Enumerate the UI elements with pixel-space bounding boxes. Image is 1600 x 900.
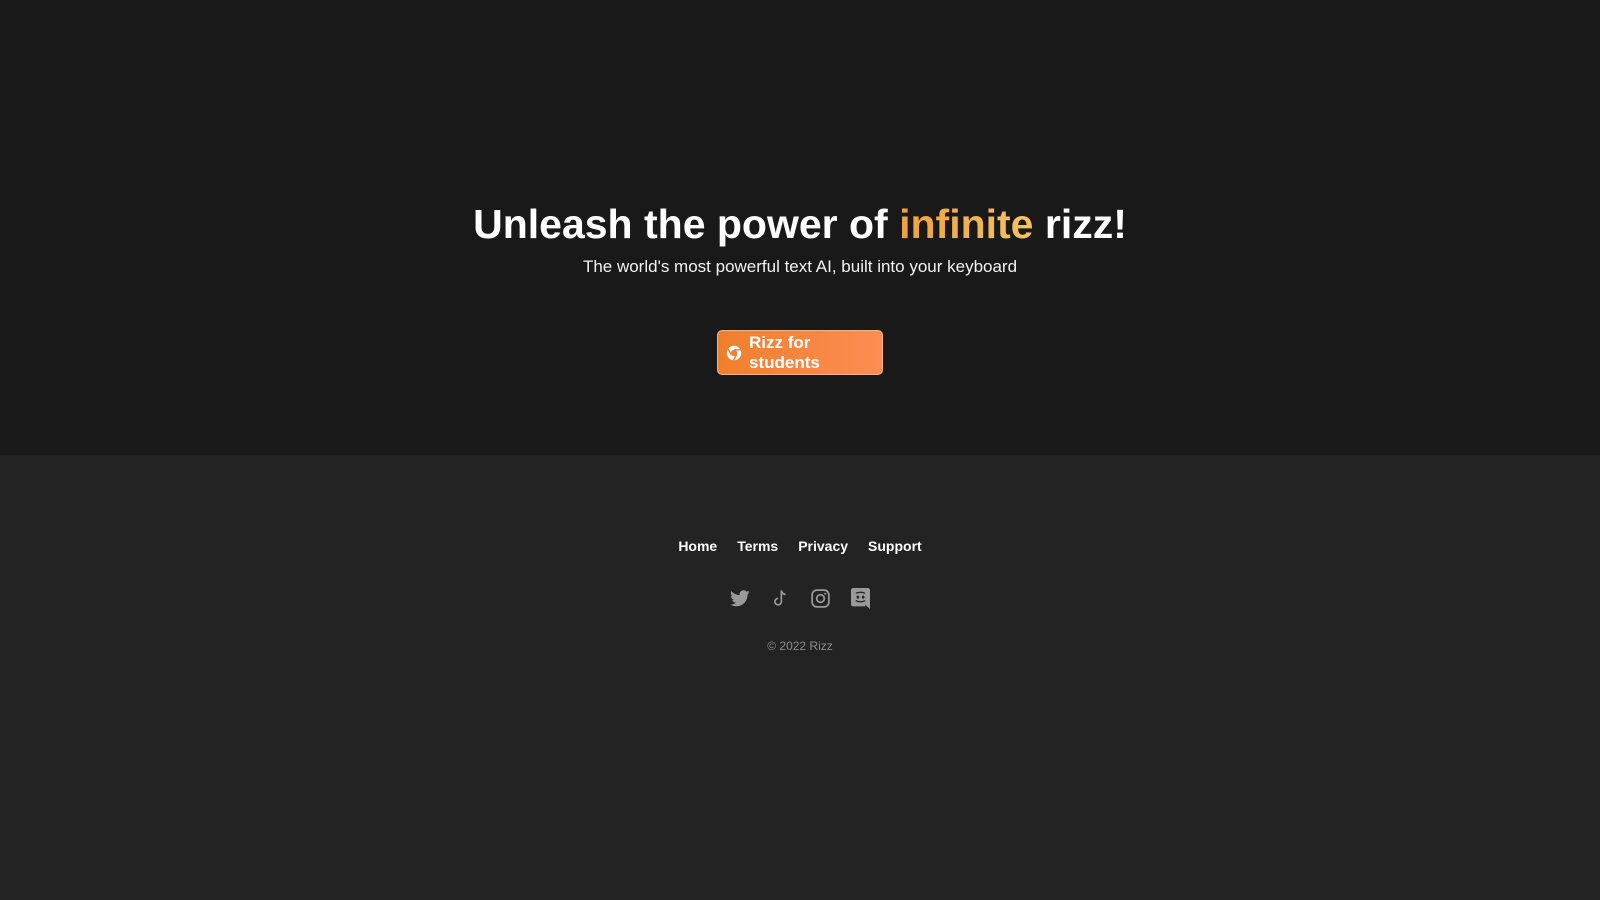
footer-link-privacy[interactable]: Privacy — [798, 538, 848, 554]
tiktok-icon[interactable] — [769, 587, 791, 609]
headline-text-before: Unleash the power of — [473, 201, 900, 247]
cta-label: Rizz for students — [749, 332, 820, 372]
footer-link-home[interactable]: Home — [678, 538, 717, 554]
footer-link-terms[interactable]: Terms — [737, 538, 778, 554]
instagram-icon[interactable] — [809, 587, 831, 609]
hero-subtitle: The world's most powerful text AI, built… — [582, 257, 1018, 276]
headline-text-after: rizz! — [1033, 201, 1127, 247]
discord-icon[interactable] — [849, 587, 871, 609]
twitter-icon[interactable] — [729, 587, 751, 609]
rizz-for-students-button[interactable]: Rizz for students — [717, 330, 883, 375]
hero-headline: Unleash the power of infinite rizz! — [0, 200, 1600, 248]
headline-highlight: infinite — [899, 201, 1034, 247]
footer-nav: Home Terms Privacy Support — [0, 538, 1600, 554]
social-links — [0, 587, 1600, 609]
chrome-icon — [726, 345, 742, 361]
footer-link-support[interactable]: Support — [868, 538, 922, 554]
hero-section: Unleash the power of infinite rizz! The … — [0, 0, 1600, 455]
copyright-text: © 2022 Rizz — [767, 639, 833, 653]
